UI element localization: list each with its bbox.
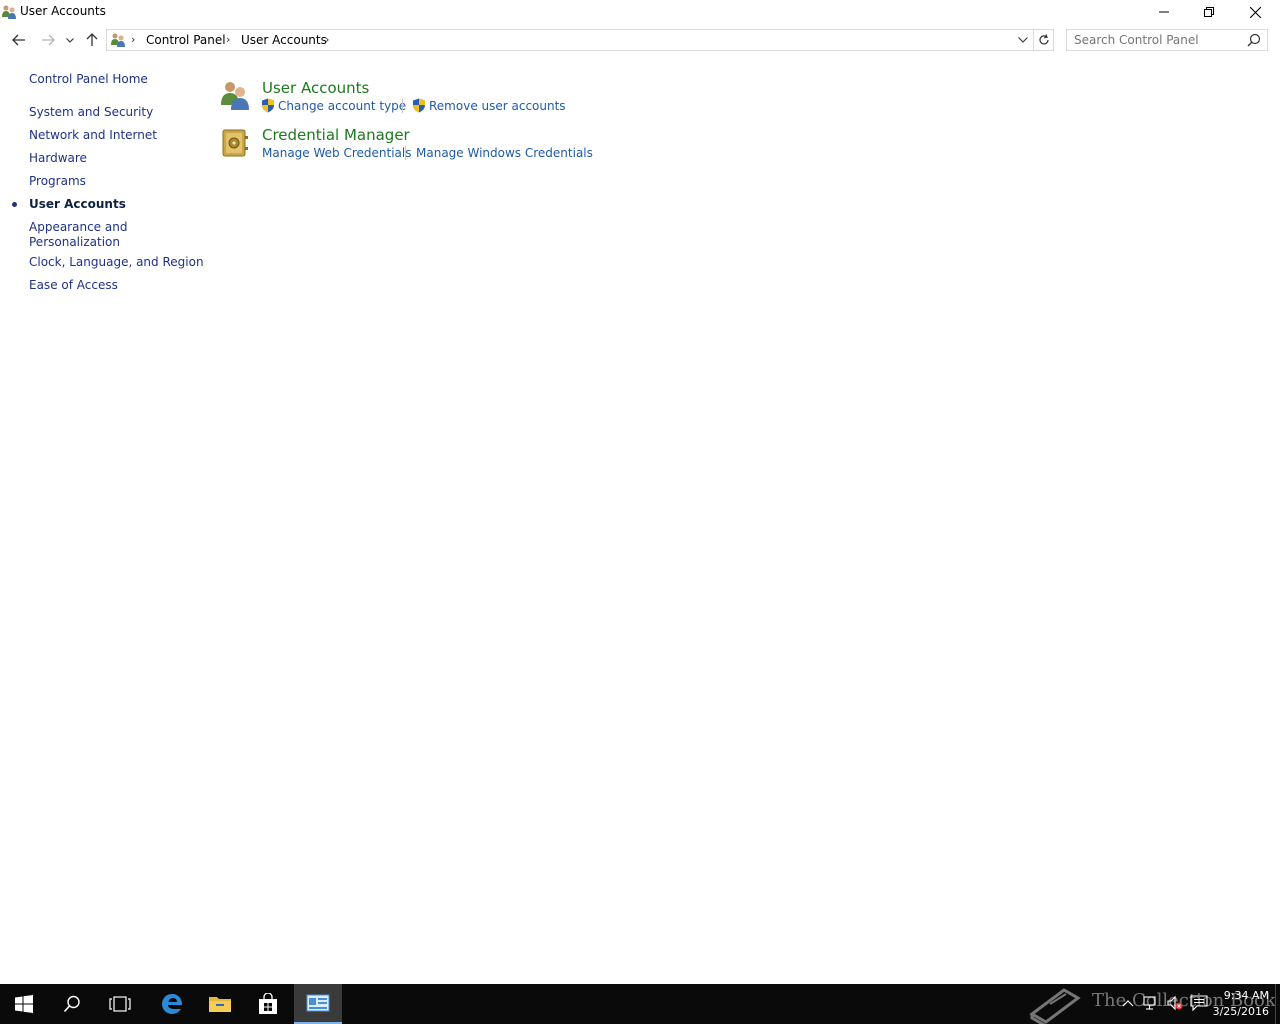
minimize-button[interactable] [1141, 0, 1187, 24]
restore-button[interactable] [1186, 0, 1232, 24]
remove-user-accounts-link[interactable]: Remove user accounts [429, 99, 566, 113]
credential-manager-category-title[interactable]: Credential Manager [262, 126, 410, 144]
navigation-bar: › Control Panel › User Accounts › [0, 27, 1280, 53]
forward-button[interactable] [38, 30, 58, 50]
control-panel-icon [306, 994, 330, 1012]
change-account-type-link[interactable]: Change account type [278, 99, 406, 113]
action-center-icon[interactable] [1190, 994, 1208, 1012]
store-bag-icon [259, 993, 277, 1014]
uac-shield-icon [261, 98, 275, 113]
search-box[interactable] [1066, 29, 1268, 51]
edge-icon [162, 994, 182, 1014]
start-button[interactable] [0, 984, 48, 1024]
user-accounts-category-title[interactable]: User Accounts [262, 79, 369, 97]
link-separator [402, 99, 403, 113]
users-icon[interactable] [219, 79, 251, 111]
taskbar: The Collection Book 9:34 AM 3/25/2016 [0, 984, 1280, 1024]
recent-locations-chevron-icon[interactable] [62, 30, 78, 50]
breadcrumb-user-accounts[interactable]: User Accounts [241, 33, 327, 47]
store-button[interactable] [244, 984, 292, 1024]
task-view-button[interactable] [96, 984, 144, 1024]
network-icon[interactable] [1142, 994, 1160, 1012]
nav-user-accounts[interactable]: User Accounts [29, 197, 126, 212]
search-icon[interactable] [1247, 33, 1261, 47]
refresh-button[interactable] [1034, 29, 1054, 51]
breadcrumb-chevron-icon[interactable]: › [226, 33, 230, 46]
vault-icon[interactable] [219, 127, 251, 159]
close-button[interactable] [1232, 0, 1278, 24]
show-hidden-icons-chevron-icon[interactable] [1119, 994, 1137, 1012]
nav-network-and-internet[interactable]: Network and Internet [29, 128, 157, 143]
show-desktop-button[interactable] [1275, 984, 1280, 1024]
control-panel-taskbar-button[interactable] [294, 984, 342, 1024]
user-accounts-breadcrumb-icon [110, 32, 126, 48]
book-watermark-icon [1029, 988, 1081, 1024]
control-panel-home-link[interactable]: Control Panel Home [29, 72, 148, 87]
clock-date: 3/25/2016 [1212, 1005, 1269, 1018]
nav-hardware[interactable]: Hardware [29, 151, 87, 166]
windows-logo-icon [15, 995, 33, 1013]
nav-appearance-line2[interactable]: Personalization [29, 235, 120, 250]
up-button[interactable] [82, 30, 102, 50]
manage-web-credentials-link[interactable]: Manage Web Credentials [262, 146, 411, 160]
active-bullet-icon [12, 202, 17, 207]
search-taskbar-button[interactable] [48, 984, 96, 1024]
clock-time: 9:34 AM [1223, 989, 1269, 1002]
user-accounts-app-icon [1, 4, 17, 20]
uac-shield-icon [412, 98, 426, 113]
nav-appearance-line1[interactable]: Appearance and [29, 220, 127, 235]
search-icon [63, 995, 80, 1013]
edge-browser-button[interactable] [148, 984, 196, 1024]
breadcrumb-chevron-icon[interactable]: › [325, 33, 329, 46]
nav-programs[interactable]: Programs [29, 174, 86, 189]
search-input[interactable] [1067, 30, 1243, 50]
window-title: User Accounts [20, 4, 106, 18]
task-view-icon [109, 996, 131, 1012]
breadcrumb-control-panel[interactable]: Control Panel [146, 33, 226, 47]
link-separator [405, 146, 406, 160]
breadcrumb-chevron-icon[interactable]: › [131, 33, 135, 46]
volume-muted-icon[interactable] [1166, 994, 1184, 1012]
manage-windows-credentials-link[interactable]: Manage Windows Credentials [416, 146, 593, 160]
system-clock[interactable]: 9:34 AM 3/25/2016 [1213, 988, 1269, 1020]
address-bar[interactable]: › Control Panel › User Accounts › [106, 29, 1034, 51]
back-button[interactable] [9, 30, 29, 50]
nav-system-and-security[interactable]: System and Security [29, 105, 153, 120]
nav-clock-language-region[interactable]: Clock, Language, and Region [29, 255, 204, 270]
address-dropdown-chevron-icon[interactable] [1015, 30, 1031, 50]
file-explorer-button[interactable] [196, 984, 244, 1024]
title-bar: User Accounts [0, 0, 1280, 24]
folder-icon [209, 997, 231, 1012]
nav-ease-of-access[interactable]: Ease of Access [29, 278, 118, 293]
